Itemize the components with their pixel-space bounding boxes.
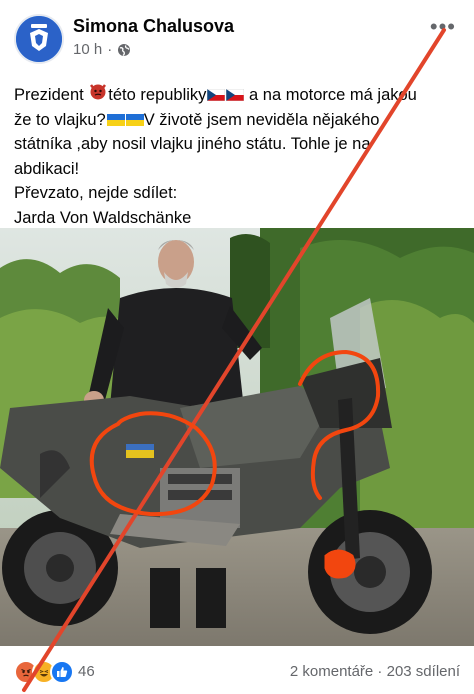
ukraine-flag-icon xyxy=(125,113,144,126)
czech-flag-icon xyxy=(207,89,226,101)
author-name[interactable]: Simona Chalusova xyxy=(73,16,234,37)
text-line: Jarda Von Waldschänke xyxy=(14,208,192,227)
avatar[interactable] xyxy=(14,14,64,64)
post-header: Simona Chalusova 10 h · ••• xyxy=(0,0,474,72)
post-time[interactable]: 10 h xyxy=(73,41,102,58)
text-line: že to vlajku? V životě jsem neviděla něja… xyxy=(14,108,460,133)
shares-count[interactable]: 203 sdílení xyxy=(387,663,460,680)
comments-count[interactable]: 2 komentáře xyxy=(290,663,373,680)
text-segment: Prezident xyxy=(14,86,89,104)
angry-devil-emoji-icon xyxy=(90,84,107,100)
text-segment: že to vlajku? xyxy=(14,110,106,129)
more-options-icon[interactable]: ••• xyxy=(430,14,456,40)
ukraine-flag-icon xyxy=(106,113,125,126)
text-line: abdikaci! xyxy=(14,159,80,178)
globe-icon xyxy=(118,43,131,56)
text-segment: a na motorce má jakou xyxy=(244,86,417,104)
text-line: Převzato, nejde sdílet: xyxy=(14,184,178,202)
text-segment: V životě jsem neviděla nějakého xyxy=(143,110,380,129)
meta-separator: · xyxy=(107,41,113,58)
czech-flag-icon xyxy=(226,89,245,101)
motorcycle-photo xyxy=(0,228,474,646)
facebook-post: Simona Chalusova 10 h · ••• Prezident té… xyxy=(0,0,474,694)
reaction-count[interactable]: 46 xyxy=(78,663,95,680)
post-meta: 10 h · xyxy=(73,41,131,58)
ministry-logo-icon xyxy=(16,16,62,62)
post-footer: 46 2 komentáře · 203 sdílení xyxy=(0,646,474,694)
stats-separator: · xyxy=(373,663,387,680)
text-line: Prezident této republiky a na motorce má… xyxy=(14,82,460,108)
post-text: Prezident této republiky a na motorce má… xyxy=(14,82,460,230)
text-segment: této republiky xyxy=(108,86,207,104)
reaction-icons[interactable] xyxy=(14,660,74,684)
text-line: státníka ,aby nosil vlajku jiného státu.… xyxy=(14,135,371,153)
like-reaction-icon xyxy=(50,660,74,684)
post-stats: 2 komentáře · 203 sdílení xyxy=(290,663,460,680)
post-photo[interactable] xyxy=(0,228,474,646)
